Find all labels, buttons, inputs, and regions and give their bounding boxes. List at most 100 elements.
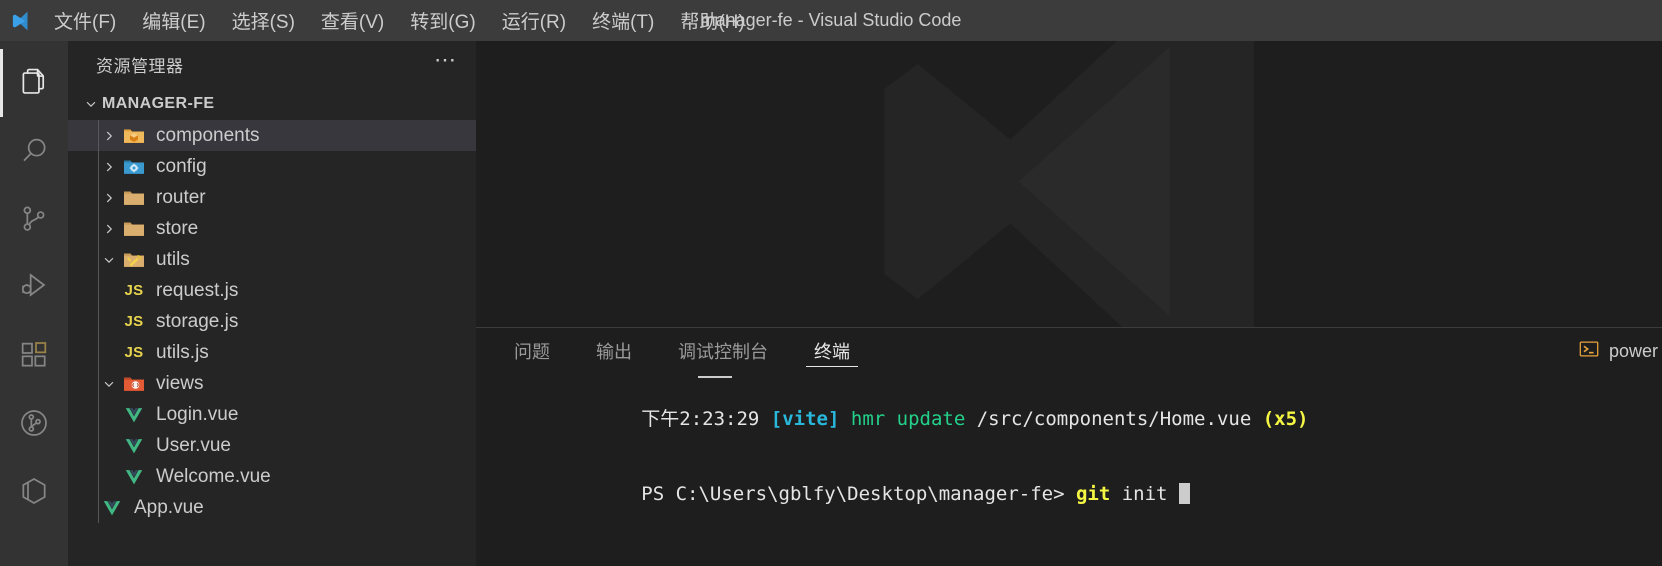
- sidebar-header: 资源管理器 ⋯: [68, 41, 476, 88]
- tree-item-label: components: [156, 124, 260, 146]
- editor-and-panel: 问题 输出 调试控制台 终端 power 下午2:23:29 [vite] hm…: [476, 41, 1662, 566]
- terminal-repeat-count: (x5): [1262, 408, 1309, 430]
- terminal-prompt-line: PS C:\Users\gblfy\Desktop\manager-fe> gi…: [504, 457, 1662, 532]
- vscode-logo-icon: [0, 0, 41, 41]
- activity-bar-explorer[interactable]: [0, 49, 68, 117]
- folder-plain-icon: [120, 186, 148, 210]
- activity-bar-remote[interactable]: [0, 457, 68, 525]
- menu-run[interactable]: 运行(R): [489, 0, 579, 41]
- tree-item-welcome-vue[interactable]: Welcome.vue: [68, 461, 476, 492]
- explorer-files-icon: [17, 66, 51, 100]
- terminal-entry-label: power: [1608, 340, 1658, 361]
- tree-item-label: request.js: [156, 279, 239, 301]
- tree-item-label: config: [156, 155, 207, 177]
- menu-bar: 文件(F) 编辑(E) 选择(S) 查看(V) 转到(G) 运行(R) 终端(T…: [41, 0, 758, 41]
- tree-item-label: Welcome.vue: [156, 465, 271, 487]
- vue-file-icon: [120, 404, 148, 426]
- terminal-line: 下午2:23:29 [vite] hmr update /src/compone…: [504, 382, 1662, 457]
- tree-item-storage-js[interactable]: JS storage.js: [68, 306, 476, 337]
- tree-item-utils[interactable]: utils: [68, 244, 476, 275]
- indent-guide: [98, 182, 99, 213]
- activity-bar-extensions[interactable]: [0, 321, 68, 389]
- tree-item-label: views: [156, 372, 204, 394]
- tree-item-utils-js[interactable]: JS utils.js: [68, 337, 476, 368]
- tree-item-login-vue[interactable]: Login.vue: [68, 399, 476, 430]
- activity-bar-run-debug[interactable]: [0, 253, 68, 321]
- tab-output[interactable]: 输出: [580, 328, 648, 374]
- chevron-right-icon[interactable]: [98, 160, 120, 174]
- chevron-right-icon[interactable]: [98, 191, 120, 205]
- terminal-hmr-update: hmr update: [850, 408, 966, 430]
- vue-file-icon: [120, 435, 148, 457]
- terminal-list-entry-powershell[interactable]: power: [1578, 338, 1662, 365]
- indent-guide: [98, 151, 99, 182]
- terminal-cursor: [1178, 483, 1190, 504]
- vscode-window: 文件(F) 编辑(E) 选择(S) 查看(V) 转到(G) 运行(R) 终端(T…: [0, 0, 1662, 566]
- activity-bar-search[interactable]: [0, 117, 68, 185]
- tree-item-config[interactable]: config: [68, 151, 476, 182]
- search-icon: [18, 135, 50, 167]
- tree-item-label: Login.vue: [156, 403, 239, 425]
- js-file-icon: JS: [124, 313, 144, 330]
- menu-selection[interactable]: 选择(S): [219, 0, 308, 41]
- tree-root-manager-fe[interactable]: MANAGER-FE: [68, 88, 476, 120]
- vue-file-icon: [120, 466, 148, 488]
- folder-views-icon: [120, 372, 148, 396]
- tree-item-label: storage.js: [156, 310, 239, 332]
- terminal-command-marker: [698, 376, 732, 378]
- activity-bar: [0, 41, 68, 566]
- tab-problems[interactable]: 问题: [498, 328, 566, 374]
- activity-bar-gitlens[interactable]: [0, 389, 68, 457]
- activity-bar-source-control[interactable]: [0, 185, 68, 253]
- folder-config-icon: [120, 155, 148, 179]
- tree-item-user-vue[interactable]: User.vue: [68, 430, 476, 461]
- tab-terminal[interactable]: 终端: [798, 328, 866, 374]
- terminal-prompt: PS C:\Users\gblfy\Desktop\manager-fe>: [641, 483, 1076, 505]
- tree-item-views[interactable]: views: [68, 368, 476, 399]
- editor-empty-area: [476, 41, 1662, 327]
- chevron-down-icon[interactable]: [98, 253, 120, 267]
- extensions-blocks-icon: [18, 339, 50, 371]
- terminal-file-path: /src/components/Home.vue: [965, 408, 1263, 430]
- file-tree: MANAGER-FE components config router stor…: [68, 88, 476, 566]
- chevron-right-icon[interactable]: [98, 129, 120, 143]
- indent-guide: [98, 399, 99, 430]
- indent-guide: [98, 120, 99, 151]
- panel-tab-bar: 问题 输出 调试控制台 终端 power: [476, 328, 1662, 374]
- tree-item-label: store: [156, 217, 199, 239]
- tree-item-request-js[interactable]: JS request.js: [68, 275, 476, 306]
- title-bar: 文件(F) 编辑(E) 选择(S) 查看(V) 转到(G) 运行(R) 终端(T…: [0, 0, 1662, 41]
- ellipsis-icon[interactable]: ⋯: [428, 48, 464, 75]
- terminal-command-arg: init: [1110, 483, 1179, 505]
- terminal-space: [839, 408, 850, 430]
- tree-item-label: utils: [156, 248, 190, 270]
- tree-item-store[interactable]: store: [68, 213, 476, 244]
- folder-components-icon: [120, 124, 148, 148]
- tree-item-app-vue[interactable]: App.vue: [68, 492, 476, 523]
- menu-edit[interactable]: 编辑(E): [129, 0, 218, 41]
- indent-guide: [98, 275, 99, 306]
- indent-guide: [98, 337, 99, 368]
- tree-item-label: utils.js: [156, 341, 209, 363]
- tree-item-components[interactable]: components: [68, 120, 476, 151]
- menu-file[interactable]: 文件(F): [41, 0, 129, 41]
- chevron-right-icon[interactable]: [98, 222, 120, 236]
- menu-go[interactable]: 转到(G): [397, 0, 488, 41]
- tree-root-label: MANAGER-FE: [102, 95, 215, 112]
- indent-guide: [98, 492, 99, 523]
- chevron-down-icon[interactable]: [98, 377, 120, 391]
- tree-item-label: User.vue: [156, 434, 231, 456]
- tree-item-router[interactable]: router: [68, 182, 476, 213]
- terminal-output[interactable]: 下午2:23:29 [vite] hmr update /src/compone…: [476, 374, 1662, 566]
- indent-guide: [98, 461, 99, 492]
- indent-guide: [98, 213, 99, 244]
- folder-plain-icon: [120, 217, 148, 241]
- menu-terminal[interactable]: 终端(T): [579, 0, 667, 41]
- tab-debug-console[interactable]: 调试控制台: [662, 328, 784, 374]
- tree-item-label: App.vue: [134, 496, 204, 518]
- menu-view[interactable]: 查看(V): [308, 0, 397, 41]
- menu-help[interactable]: 帮助(H): [667, 0, 757, 41]
- terminal-tag-vite: [vite]: [770, 408, 840, 430]
- panel-actions: power: [1578, 328, 1662, 374]
- indent-guide: [98, 306, 99, 337]
